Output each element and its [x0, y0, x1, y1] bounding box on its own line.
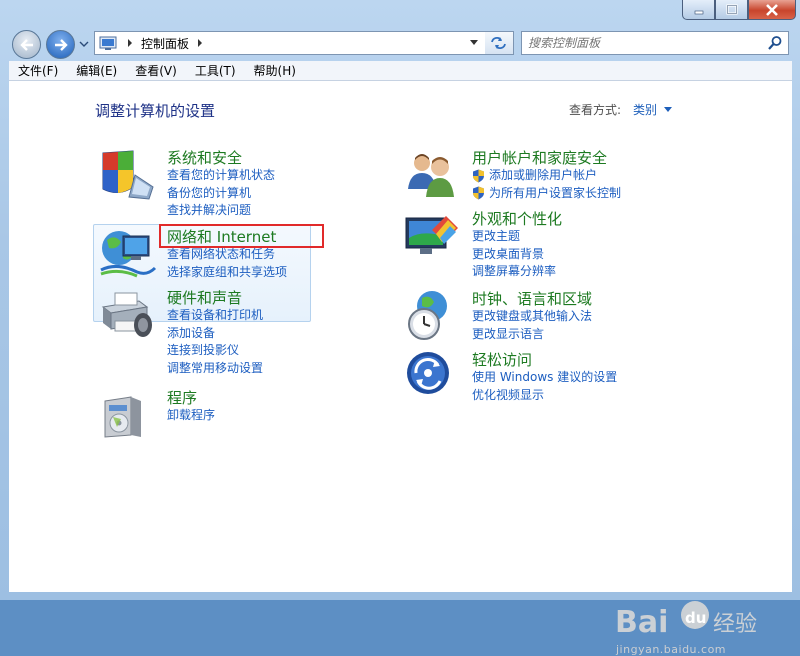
link-change-display-language[interactable]: 更改显示语言 — [472, 326, 592, 344]
link-change-theme[interactable]: 更改主题 — [472, 228, 556, 246]
baidu-jingyan-watermark: Bai du 经验 — [615, 601, 757, 640]
control-panel-window: 控制面板 文件(F) 编辑(E) 查看(V) 工具(T) 帮助(H) 调整计算机… — [0, 0, 800, 656]
hardware-sound-icon — [101, 292, 152, 337]
category-title[interactable]: 轻松访问 — [472, 349, 532, 370]
link-view-computer-status[interactable]: 查看您的计算机状态 — [167, 167, 275, 185]
search-box — [521, 31, 789, 55]
refresh-button[interactable] — [485, 31, 514, 55]
link-find-fix-problems[interactable]: 查找并解决问题 — [167, 202, 275, 220]
programs-icon — [104, 396, 141, 438]
title-bar — [0, 0, 800, 24]
category-programs: 程序 卸载程序 — [97, 387, 337, 447]
breadcrumb-arrow-icon[interactable] — [195, 38, 205, 48]
uac-shield-icon — [473, 186, 484, 200]
category-system-security: 系统和安全 查看您的计算机状态 备份您的计算机 查找并解决问题 — [97, 147, 337, 227]
link-uninstall-program[interactable]: 卸载程序 — [167, 407, 215, 425]
svg-text:经验: 经验 — [713, 612, 757, 637]
menu-file[interactable]: 文件(F) — [9, 62, 67, 79]
link-label[interactable]: 添加或删除用户帐户 — [489, 167, 597, 185]
refresh-icon — [491, 37, 506, 49]
breadcrumb-control-panel[interactable]: 控制面板 — [141, 35, 189, 52]
category-title[interactable]: 系统和安全 — [167, 147, 242, 168]
menu-view[interactable]: 查看(V) — [126, 62, 186, 79]
link-devices-printers[interactable]: 查看设备和打印机 — [167, 307, 263, 325]
category-title[interactable]: 时钟、语言和区域 — [472, 288, 592, 309]
ease-of-access-icon — [407, 352, 449, 394]
minimize-button[interactable] — [682, 0, 715, 20]
link-screen-resolution[interactable]: 调整屏幕分辨率 — [472, 263, 556, 281]
menu-edit[interactable]: 编辑(E) — [67, 62, 126, 79]
address-bar-row: 控制面板 — [0, 27, 800, 61]
link-homegroup-sharing[interactable]: 选择家庭组和共享选项 — [167, 264, 287, 282]
search-icon[interactable] — [767, 35, 783, 51]
address-box[interactable]: 控制面板 — [94, 31, 486, 55]
menu-tools[interactable]: 工具(T) — [186, 62, 245, 79]
close-icon — [766, 3, 778, 16]
category-clock-language: 时钟、语言和区域 更改键盘或其他输入法 更改显示语言 — [402, 288, 702, 348]
category-title[interactable]: 外观和个性化 — [472, 208, 562, 229]
forward-arrow-icon — [54, 38, 68, 51]
appearance-icon — [405, 216, 458, 254]
forward-button[interactable] — [46, 30, 75, 59]
link-change-keyboards[interactable]: 更改键盘或其他输入法 — [472, 308, 592, 326]
main-content: 调整计算机的设置 查看方式: 类别 系统和安全 查看您的计算机状态 备份您的计算… — [9, 81, 792, 656]
menu-bar: 文件(F) 编辑(E) 查看(V) 工具(T) 帮助(H) — [9, 61, 792, 81]
maximize-button[interactable] — [715, 0, 748, 20]
clock-language-icon — [408, 291, 447, 340]
link-parental-controls[interactable]: 为所有用户设置家长控制 — [472, 185, 621, 203]
menu-help[interactable]: 帮助(H) — [245, 62, 305, 79]
back-button[interactable] — [12, 30, 41, 59]
uac-shield-icon — [473, 169, 484, 183]
link-backup-computer[interactable]: 备份您的计算机 — [167, 185, 275, 203]
highlight-annotation-box — [159, 224, 324, 248]
control-panel-icon — [99, 36, 117, 50]
link-recommended-settings[interactable]: 使用 Windows 建议的设置 — [472, 369, 617, 387]
address-dropdown-icon[interactable] — [469, 39, 479, 47]
network-icon — [100, 231, 157, 278]
maximize-icon — [725, 4, 738, 15]
category-title[interactable]: 用户帐户和家庭安全 — [472, 147, 607, 168]
category-appearance: 外观和个性化 更改主题 更改桌面背景 调整屏幕分辨率 — [402, 208, 702, 288]
link-view-network-status[interactable]: 查看网络状态和任务 — [167, 246, 287, 264]
link-add-remove-accounts[interactable]: 添加或删除用户帐户 — [472, 167, 621, 185]
category-title[interactable]: 程序 — [167, 387, 197, 408]
user-accounts-icon — [408, 154, 454, 197]
link-add-device[interactable]: 添加设备 — [167, 325, 263, 343]
view-by: 查看方式: 类别 — [569, 101, 673, 118]
breadcrumb-arrow-icon[interactable] — [125, 38, 135, 48]
recent-pages-dropdown[interactable] — [79, 40, 89, 48]
category-title[interactable]: 硬件和声音 — [167, 287, 242, 308]
svg-text:Bai: Bai — [615, 605, 668, 640]
link-change-background[interactable]: 更改桌面背景 — [472, 246, 556, 264]
category-ease-of-access: 轻松访问 使用 Windows 建议的设置 优化视频显示 — [402, 349, 702, 409]
link-mobility-settings[interactable]: 调整常用移动设置 — [167, 360, 263, 378]
view-by-label: 查看方式: — [569, 103, 622, 117]
search-input[interactable] — [522, 35, 767, 51]
chevron-down-icon[interactable] — [663, 106, 673, 114]
close-button[interactable] — [748, 0, 796, 20]
back-arrow-icon — [19, 38, 33, 51]
svg-text:du: du — [685, 609, 706, 627]
minimize-icon — [694, 10, 703, 14]
window-controls — [682, 0, 796, 20]
view-by-dropdown[interactable]: 类别 — [633, 101, 657, 118]
link-optimize-display[interactable]: 优化视频显示 — [472, 387, 617, 405]
category-user-accounts: 用户帐户和家庭安全 添加或删除用户帐户 为所有用户设置家长控制 — [402, 147, 702, 207]
category-hardware-sound: 硬件和声音 查看设备和打印机 添加设备 连接到投影仪 调整常用移动设置 — [97, 287, 337, 383]
page-title: 调整计算机的设置 — [95, 102, 216, 120]
system-security-icon — [102, 150, 154, 200]
link-connect-projector[interactable]: 连接到投影仪 — [167, 342, 263, 360]
watermark-url: jingyan.baidu.com — [616, 643, 727, 656]
link-label[interactable]: 为所有用户设置家长控制 — [489, 185, 621, 203]
